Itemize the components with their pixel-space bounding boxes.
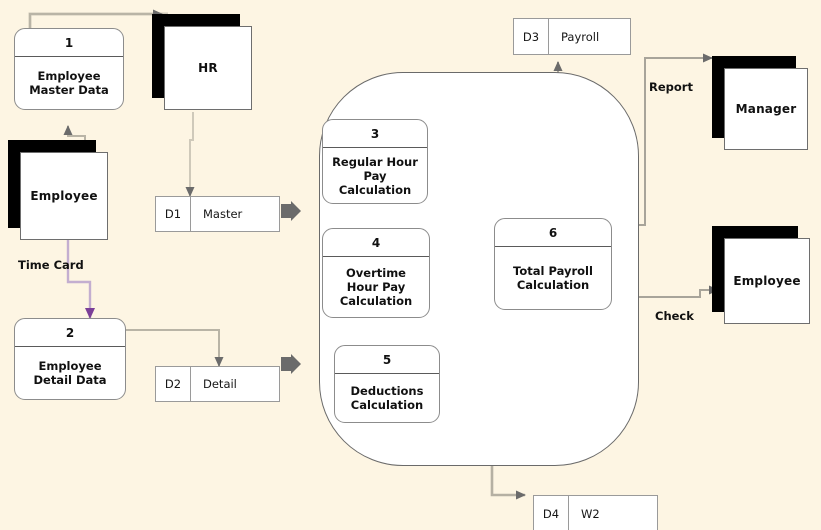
entity-label: HR bbox=[198, 61, 218, 75]
entity-face: Employee bbox=[20, 152, 108, 240]
process-name: Regular Hour Pay Calculation bbox=[332, 154, 418, 197]
process-number: 4 bbox=[323, 229, 429, 257]
data-store-d1-master[interactable]: D1 Master bbox=[155, 196, 280, 232]
process-1-employee-master-data[interactable]: 1 Employee Master Data bbox=[14, 28, 124, 110]
flow-label-time-card: Time Card bbox=[18, 258, 84, 272]
store-code: D2 bbox=[156, 367, 191, 401]
process-6-total-payroll-calculation[interactable]: 6 Total Payroll Calculation bbox=[494, 218, 612, 310]
process-4-overtime-hour-pay-calculation[interactable]: 4 Overtime Hour Pay Calculation bbox=[322, 228, 430, 318]
process-name: Overtime Hour Pay Calculation bbox=[339, 266, 413, 308]
process-2-employee-detail-data[interactable]: 2 Employee Detail Data bbox=[14, 318, 126, 400]
dfd-canvas: HR Employee Manager Employee 1 Employee … bbox=[0, 0, 821, 530]
external-entity-hr[interactable]: HR bbox=[152, 14, 252, 110]
entity-label: Employee bbox=[30, 189, 98, 203]
process-number: 1 bbox=[15, 29, 123, 57]
process-name: Deductions Calculation bbox=[350, 384, 424, 412]
store-code: D4 bbox=[534, 496, 569, 530]
store-name: W2 bbox=[581, 507, 600, 521]
process-number: 6 bbox=[495, 219, 611, 247]
process-number: 3 bbox=[323, 120, 427, 148]
store-code: D1 bbox=[156, 197, 191, 231]
store-name: Detail bbox=[203, 377, 237, 391]
process-name: Total Payroll Calculation bbox=[513, 264, 593, 292]
entity-face: Manager bbox=[724, 68, 808, 150]
process-3-regular-hour-pay-calculation[interactable]: 3 Regular Hour Pay Calculation bbox=[322, 119, 428, 204]
entity-face: Employee bbox=[724, 238, 810, 324]
process-name: Employee Master Data bbox=[29, 69, 109, 97]
data-store-d4-w2[interactable]: D4 W2 bbox=[533, 495, 658, 530]
data-store-d3-payroll[interactable]: D3 Payroll bbox=[513, 18, 631, 55]
entity-label: Manager bbox=[735, 102, 797, 116]
store-name: Payroll bbox=[561, 29, 600, 44]
external-entity-manager[interactable]: Manager bbox=[712, 56, 808, 150]
flow-hr-to-d1 bbox=[185, 112, 195, 197]
process-number: 2 bbox=[15, 319, 125, 347]
external-entity-employee-source[interactable]: Employee bbox=[8, 140, 108, 240]
flow-label-report: Report bbox=[649, 80, 693, 94]
data-store-d2-detail[interactable]: D2 Detail bbox=[155, 366, 280, 402]
flow-timecard-employee-to-p2 bbox=[66, 240, 95, 319]
flow-label-check: Check bbox=[655, 309, 694, 323]
process-name: Employee Detail Data bbox=[33, 359, 107, 387]
flow-p2-to-d2 bbox=[125, 329, 224, 367]
entity-face: HR bbox=[164, 26, 252, 110]
store-name: Master bbox=[203, 207, 243, 221]
process-5-deductions-calculation[interactable]: 5 Deductions Calculation bbox=[334, 345, 440, 423]
process-number: 5 bbox=[335, 346, 439, 374]
entity-label: Employee bbox=[733, 274, 801, 288]
external-entity-employee-dest[interactable]: Employee bbox=[712, 226, 810, 324]
store-code: D3 bbox=[514, 19, 549, 54]
